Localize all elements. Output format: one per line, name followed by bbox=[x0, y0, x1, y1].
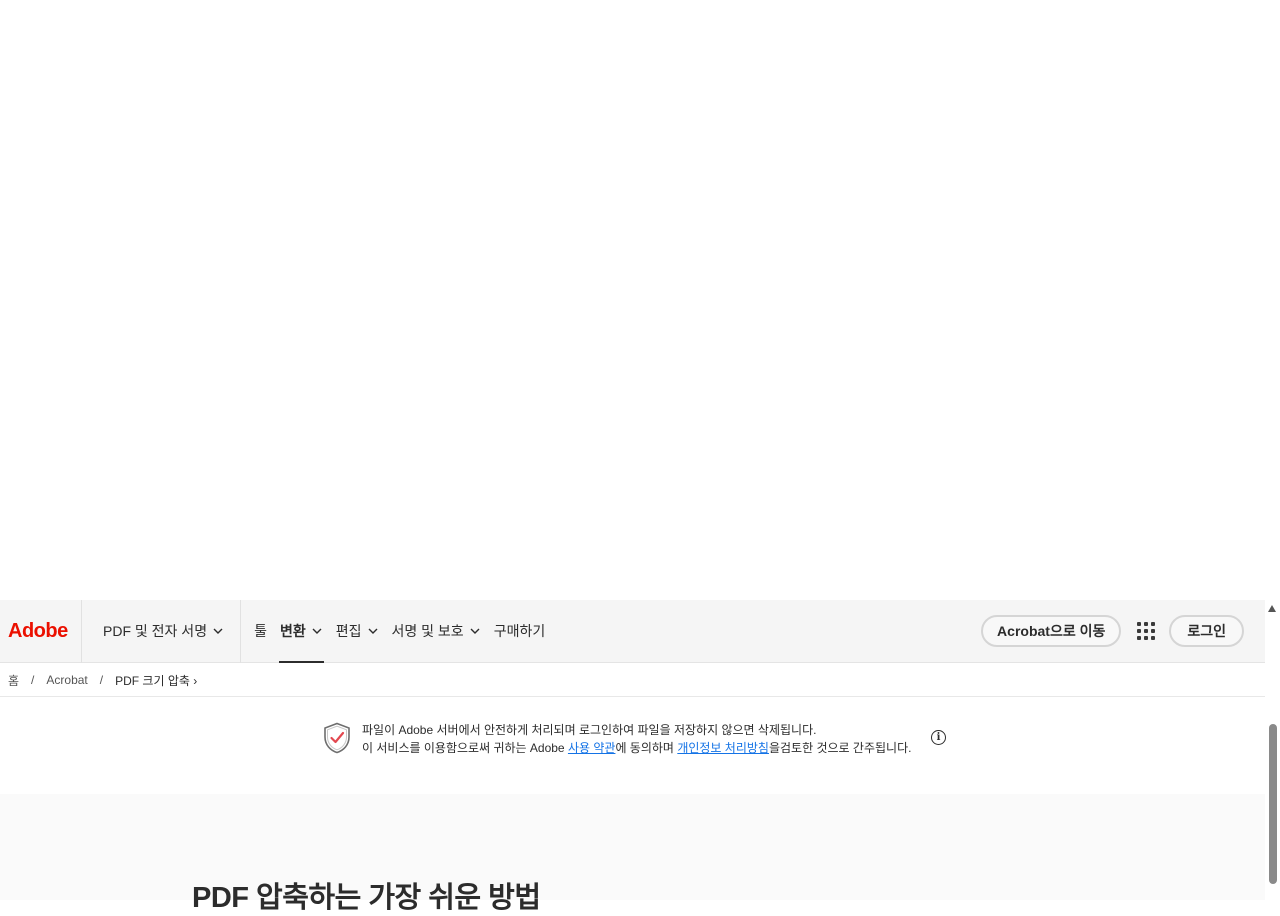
login-button[interactable]: 로그인 bbox=[1169, 615, 1244, 647]
notice-line-2: 이 서비스를 이용함으로써 귀하는 Adobe 사용 약관에 동의하며 개인정보… bbox=[362, 739, 911, 757]
menu-item-label: 편집 bbox=[335, 623, 362, 639]
chevron-down-icon bbox=[312, 628, 322, 634]
breadcrumb-current[interactable]: PDF 크기 압축 › bbox=[115, 672, 197, 689]
terms-of-use-link[interactable]: 사용 약관 bbox=[568, 741, 616, 755]
notice-line-2-mid: 에 동의하며 bbox=[615, 741, 678, 755]
info-icon[interactable]: i bbox=[931, 730, 946, 745]
go-to-acrobat-button[interactable]: Acrobat으로 이동 bbox=[981, 615, 1122, 647]
product-menu[interactable]: PDF 및 전자 서명 bbox=[82, 599, 242, 663]
notice-line-2-suffix: 을검토한 것으로 간주됩니다. bbox=[768, 741, 912, 755]
menu-item-buy[interactable]: 구매하기 bbox=[493, 600, 547, 663]
menu-item-edit[interactable]: 편집 bbox=[335, 600, 380, 663]
notice-line-2-prefix: 이 서비스를 이용함으로써 귀하는 Adobe bbox=[362, 741, 568, 755]
breadcrumb-acrobat[interactable]: Acrobat bbox=[46, 673, 87, 687]
menu-item-convert[interactable]: 변환 bbox=[278, 600, 324, 663]
menu-item-label: 서명 및 보호 bbox=[391, 623, 464, 639]
privacy-notice: 파일이 Adobe 서버에서 안전하게 처리되며 로그인하여 파일을 저장하지 … bbox=[0, 698, 1265, 794]
breadcrumb-separator: / bbox=[31, 673, 35, 687]
scrollbar[interactable] bbox=[1265, 600, 1280, 900]
chevron-down-icon bbox=[368, 628, 377, 634]
app-switcher-icon[interactable] bbox=[1137, 622, 1156, 640]
chevron-down-icon bbox=[470, 628, 480, 634]
menu-item-label: 변환 bbox=[279, 623, 306, 639]
breadcrumb: 홈 / Acrobat / PDF 크기 압축 › bbox=[0, 664, 1265, 697]
scroll-up-arrow-icon[interactable] bbox=[1268, 605, 1276, 612]
notice-text: 파일이 Adobe 서버에서 안전하게 처리되며 로그인하여 파일을 저장하지 … bbox=[362, 721, 911, 757]
main-menu: 툴 변환 편집 서명 및 보호 구매하기 bbox=[253, 600, 557, 663]
scrollbar-thumb[interactable] bbox=[1269, 724, 1277, 884]
nav-actions: Acrobat으로 이동 로그인 bbox=[981, 600, 1265, 663]
menu-item-label: 구매하기 bbox=[493, 623, 546, 639]
adobe-logo-text: Adobe bbox=[8, 619, 68, 642]
compress-intro-section: PDF 압축하는 가장 쉬운 방법 bbox=[0, 794, 1265, 914]
menu-item-label: 툴 bbox=[254, 623, 267, 639]
menu-item-tools[interactable]: 툴 bbox=[253, 600, 268, 663]
product-menu-label: PDF 및 전자 서명 bbox=[103, 623, 208, 639]
adobe-logo[interactable]: Adobe bbox=[0, 599, 82, 663]
breadcrumb-home[interactable]: 홈 bbox=[8, 672, 19, 689]
menu-item-sign-protect[interactable]: 서명 및 보호 bbox=[391, 600, 482, 663]
breadcrumb-separator: / bbox=[99, 673, 104, 687]
section-title: PDF 압축하는 가장 쉬운 방법 bbox=[192, 882, 541, 914]
chevron-down-icon bbox=[213, 628, 223, 634]
notice-line-1: 파일이 Adobe 서버에서 안전하게 처리되며 로그인하여 파일을 저장하지 … bbox=[362, 723, 817, 737]
blank-content-area bbox=[0, 0, 1265, 600]
privacy-policy-link[interactable]: 개인정보 처리방침 bbox=[677, 741, 769, 755]
global-nav: Adobe PDF 및 전자 서명 툴 변환 편집 서명 및 보호 구매하기 A… bbox=[0, 599, 1265, 663]
shield-check-icon bbox=[324, 722, 350, 754]
